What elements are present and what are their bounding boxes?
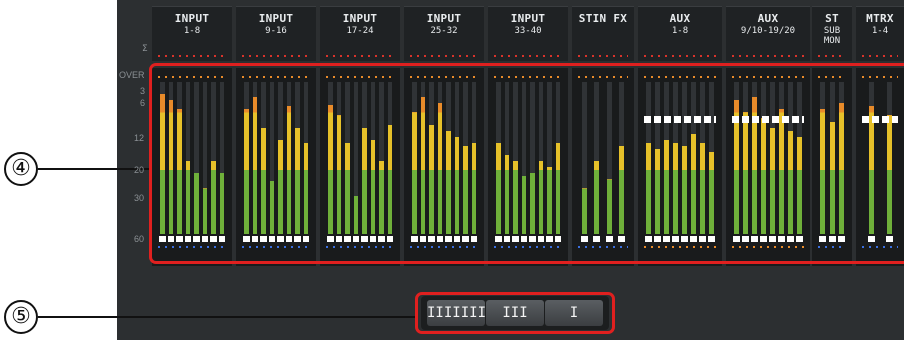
meter-header-1[interactable]: INPUT 9-16 bbox=[236, 6, 316, 61]
meter-header-4[interactable]: INPUT 33-40 bbox=[488, 6, 568, 61]
header-indicator-dots bbox=[158, 55, 226, 57]
meter-header-range: 25-32 bbox=[430, 26, 458, 36]
meter-mode-selector: IIIIIII III I bbox=[421, 296, 609, 330]
header-indicator-dots bbox=[644, 55, 716, 57]
callout-4: ④ bbox=[4, 152, 38, 186]
meter-header-range: 1-8 bbox=[671, 26, 689, 36]
meter-header-7[interactable]: AUX 9/10-19/20 bbox=[726, 6, 810, 61]
meter-header-0[interactable]: INPUT 1-8 bbox=[152, 6, 232, 61]
scale-label-3: 3 bbox=[140, 86, 146, 96]
header-indicator-dots bbox=[242, 55, 310, 57]
meter-header-2[interactable]: INPUT 17-24 bbox=[320, 6, 400, 61]
meter-header-9[interactable]: MTRX 1-4 bbox=[856, 6, 904, 61]
sigma-label: Σ bbox=[142, 44, 148, 54]
meter-header-6[interactable]: AUX 1-8 bbox=[638, 6, 722, 61]
meter-header-title: INPUT bbox=[342, 12, 378, 25]
callout-5-leader bbox=[38, 316, 416, 318]
meter-header-title: INPUT bbox=[510, 12, 546, 25]
meter-header-5[interactable]: STIN FX bbox=[572, 6, 634, 61]
header-indicator-dots bbox=[732, 55, 804, 57]
meter-header-8[interactable]: ST SUB MON bbox=[812, 6, 852, 61]
scale-label-20: 20 bbox=[134, 165, 145, 175]
meter-header-range: 9/10-19/20 bbox=[740, 26, 796, 36]
scale-label-30: 30 bbox=[134, 193, 145, 203]
meter-header-title: INPUT bbox=[426, 12, 462, 25]
scale-label-over: OVER bbox=[119, 70, 145, 80]
header-indicator-dots bbox=[578, 55, 628, 57]
meter-header-range: 33-40 bbox=[514, 26, 542, 36]
meter-header-title: AUX bbox=[757, 12, 779, 25]
scale-label-6: 6 bbox=[140, 98, 146, 108]
meter-mode-button-single[interactable]: I bbox=[545, 300, 603, 326]
scale-label-60: 60 bbox=[134, 234, 145, 244]
meter-header-range: 1-8 bbox=[183, 26, 201, 36]
meter-header-title: STIN FX bbox=[578, 12, 628, 25]
scale-label-12: 12 bbox=[134, 133, 145, 143]
header-indicator-dots bbox=[818, 55, 846, 57]
meter-header-title: INPUT bbox=[258, 12, 294, 25]
meter-area-highlight bbox=[149, 63, 904, 264]
header-indicator-dots bbox=[494, 55, 562, 57]
meter-mode-button-medium[interactable]: III bbox=[486, 300, 544, 326]
meter-header-range: 17-24 bbox=[346, 26, 374, 36]
meter-header-title: INPUT bbox=[174, 12, 210, 25]
meter-header-range: SUB MON bbox=[823, 26, 841, 46]
meter-header-3[interactable]: INPUT 25-32 bbox=[404, 6, 484, 61]
header-indicator-dots bbox=[862, 55, 898, 57]
meter-header-range: 9-16 bbox=[265, 26, 287, 36]
meter-header-title: ST bbox=[825, 12, 839, 25]
meter-header-title: MTRX bbox=[866, 12, 894, 25]
meter-mode-button-all-channels[interactable]: IIIIIII bbox=[427, 300, 486, 326]
meter-header-range: 1-4 bbox=[871, 26, 889, 36]
meter-header-title: AUX bbox=[669, 12, 691, 25]
callout-5: ⑤ bbox=[4, 300, 38, 334]
header-indicator-dots bbox=[410, 55, 478, 57]
header-indicator-dots bbox=[326, 55, 394, 57]
